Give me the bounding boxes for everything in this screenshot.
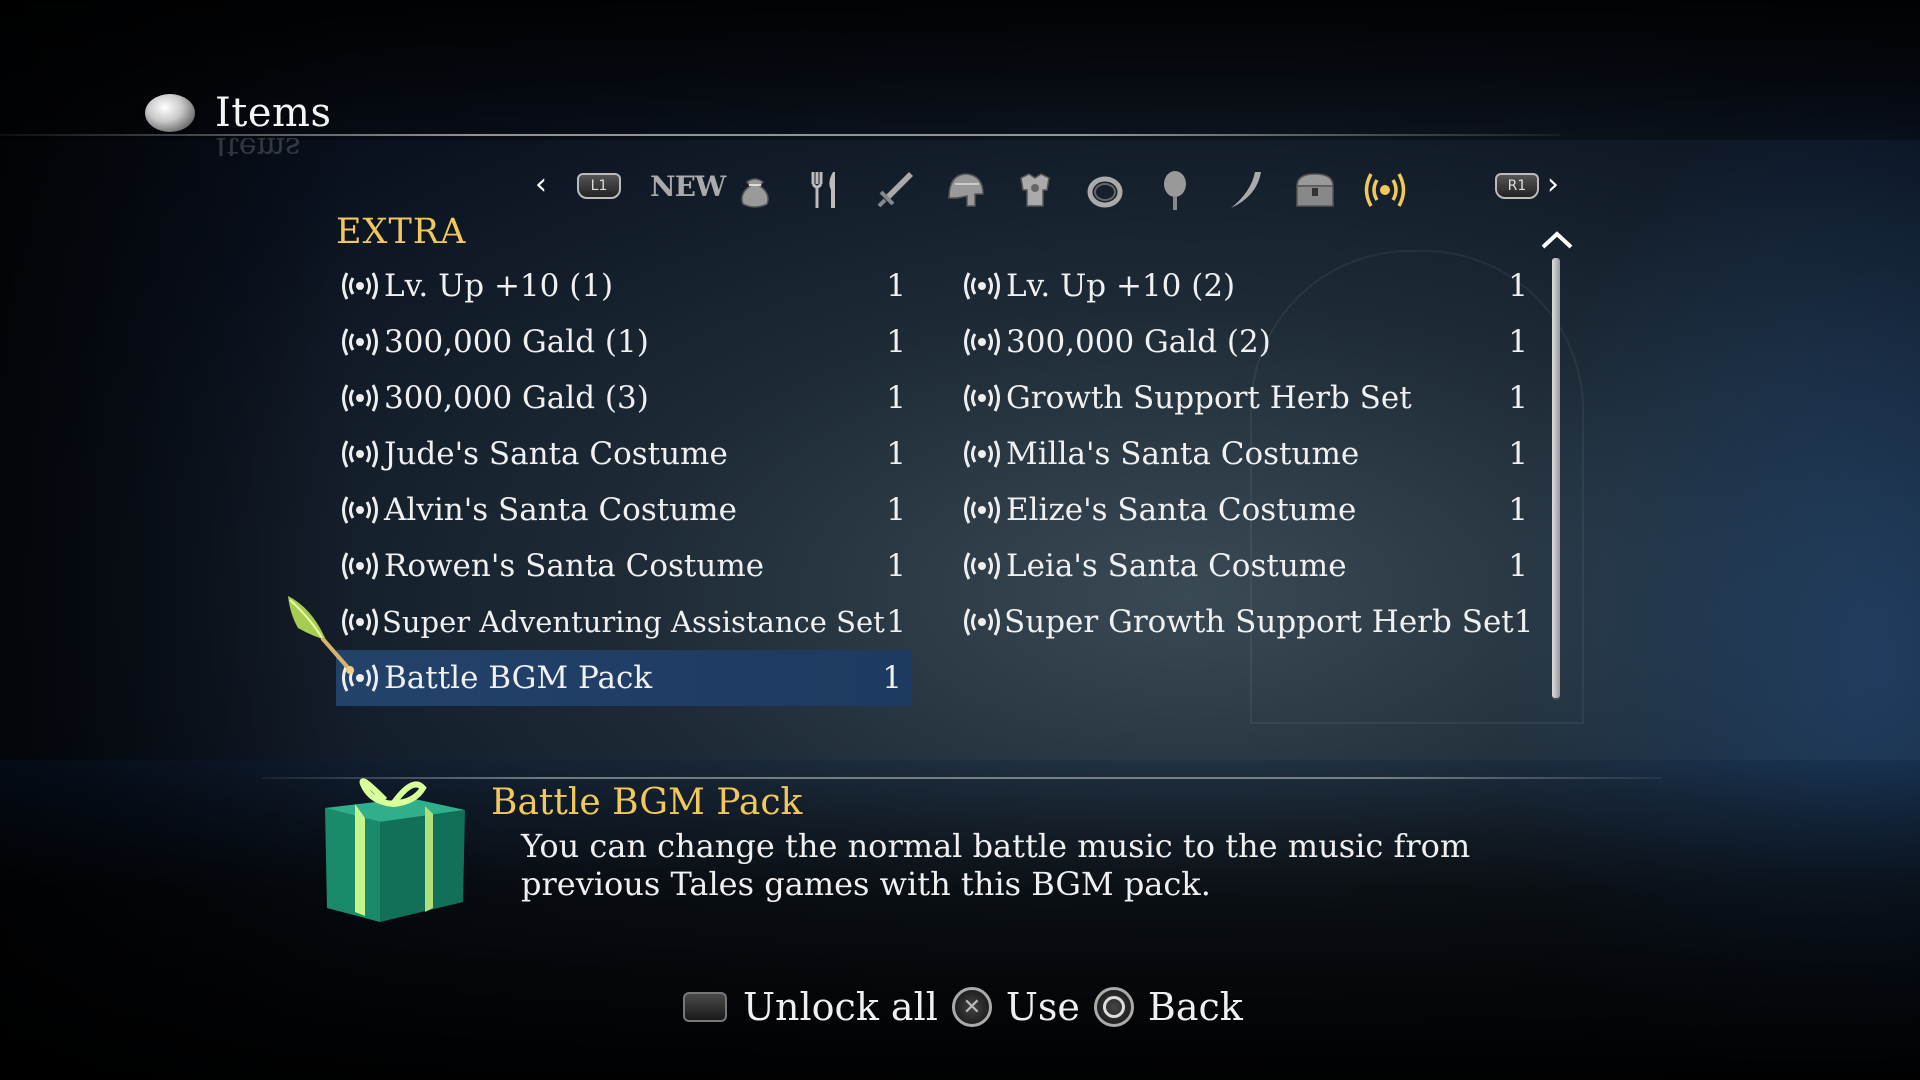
- signal-icon: [340, 495, 382, 525]
- chevron-right-icon[interactable]: ›: [1547, 168, 1559, 202]
- list-item[interactable]: 300,000 Gald (3) 1: [336, 370, 916, 426]
- feather-cursor-icon: [282, 588, 362, 688]
- item-column-right: Lv. Up +10 (2) 1 300,000 Gald (2) 1 Grow…: [958, 258, 1538, 650]
- back-label[interactable]: Back: [1148, 985, 1243, 1029]
- item-quantity: 1: [1513, 604, 1534, 640]
- item-quantity: 1: [886, 324, 906, 360]
- item-name: Rowen's Santa Costume: [384, 548, 765, 584]
- item-name: Milla's Santa Costume: [1006, 436, 1360, 472]
- item-column-left: Lv. Up +10 (1) 1 300,000 Gald (1) 1 300,…: [336, 258, 916, 706]
- gift-box-icon: [315, 770, 475, 930]
- list-item[interactable]: Super Growth Support Herb Set 1: [958, 594, 1538, 650]
- item-quantity: 1: [886, 492, 906, 528]
- item-name: Jude's Santa Costume: [384, 436, 728, 472]
- signal-icon: [340, 439, 382, 469]
- list-item[interactable]: Elize's Santa Costume 1: [958, 482, 1538, 538]
- jewel-icon[interactable]: [1153, 168, 1197, 212]
- signal-icon: [962, 327, 1004, 357]
- signal-icon: [962, 439, 1004, 469]
- description-text: You can change the normal battle music t…: [521, 827, 1471, 903]
- list-item[interactable]: Rowen's Santa Costume 1: [336, 538, 916, 594]
- bag-icon[interactable]: [733, 168, 777, 212]
- item-name: Alvin's Santa Costume: [384, 492, 737, 528]
- page-title-reflection: Items: [215, 138, 301, 156]
- sword-icon[interactable]: [873, 168, 917, 212]
- list-item-selected[interactable]: Battle BGM Pack 1: [336, 650, 912, 706]
- section-title: EXTRA: [336, 212, 467, 252]
- list-item[interactable]: Lv. Up +10 (2) 1: [958, 258, 1538, 314]
- description-title: Battle BGM Pack: [491, 782, 803, 823]
- item-quantity: 1: [1508, 492, 1528, 528]
- item-name: 300,000 Gald (1): [384, 324, 649, 360]
- signal-icon: [962, 551, 1004, 581]
- category-bar: ‹ L1 NEW R1 ›: [535, 160, 1570, 216]
- signal-icon: [340, 551, 382, 581]
- item-name: Lv. Up +10 (2): [1006, 268, 1236, 304]
- item-quantity: 1: [1508, 324, 1528, 360]
- item-name: Super Adventuring Assistance Set: [382, 605, 885, 639]
- item-name: Growth Support Herb Set: [1006, 380, 1412, 416]
- item-name: Leia's Santa Costume: [1006, 548, 1347, 584]
- cross-button-icon[interactable]: ✕: [951, 987, 992, 1027]
- extra-signal-icon[interactable]: [1363, 168, 1407, 212]
- unlock-all-label[interactable]: Unlock all: [743, 985, 938, 1029]
- chevron-left-icon[interactable]: ‹: [535, 168, 547, 202]
- use-label[interactable]: Use: [1006, 985, 1080, 1029]
- item-name: 300,000 Gald (2): [1006, 324, 1271, 360]
- item-quantity: 1: [886, 436, 906, 472]
- item-quantity: 1: [886, 604, 906, 640]
- item-quantity: 1: [882, 660, 902, 696]
- list-item[interactable]: Leia's Santa Costume 1: [958, 538, 1538, 594]
- item-name: 300,000 Gald (3): [384, 380, 649, 416]
- list-item[interactable]: Alvin's Santa Costume 1: [336, 482, 916, 538]
- item-quantity: 1: [886, 380, 906, 416]
- touchpad-button-icon[interactable]: [683, 992, 727, 1022]
- item-name: Super Growth Support Herb Set: [1004, 604, 1514, 640]
- header-divider: [0, 134, 1560, 136]
- list-item[interactable]: Jude's Santa Costume 1: [336, 426, 916, 482]
- signal-icon: [962, 383, 1004, 413]
- list-item[interactable]: 300,000 Gald (2) 1: [958, 314, 1538, 370]
- treasure-chest-icon[interactable]: [1293, 168, 1337, 212]
- signal-icon: [962, 495, 1004, 525]
- signal-icon: [340, 271, 382, 301]
- menu-orb-icon: [145, 94, 195, 132]
- item-quantity: 1: [1508, 436, 1528, 472]
- menu-header: Items: [145, 88, 332, 138]
- list-item[interactable]: 300,000 Gald (1) 1: [336, 314, 916, 370]
- signal-icon: [340, 327, 382, 357]
- item-name: Lv. Up +10 (1): [384, 268, 614, 304]
- item-quantity: 1: [1508, 548, 1528, 584]
- page-title: Items: [215, 90, 332, 136]
- list-item[interactable]: Milla's Santa Costume 1: [958, 426, 1538, 482]
- cutlery-icon[interactable]: [803, 168, 847, 212]
- circle-button-icon[interactable]: [1093, 987, 1134, 1027]
- item-name: Battle BGM Pack: [384, 660, 653, 696]
- scroll-up-arrow-icon[interactable]: [1540, 230, 1574, 250]
- armor-icon[interactable]: [1013, 168, 1057, 212]
- scrollbar-thumb[interactable]: [1552, 258, 1560, 698]
- l1-button[interactable]: L1: [577, 173, 621, 199]
- item-quantity: 1: [886, 548, 906, 584]
- button-prompts: Unlock all ✕ Use Back: [683, 982, 1243, 1032]
- ring-icon[interactable]: [1083, 168, 1127, 212]
- horn-icon[interactable]: [1223, 168, 1267, 212]
- r1-button[interactable]: R1: [1495, 173, 1539, 199]
- tab-new[interactable]: NEW: [650, 170, 726, 203]
- item-name: Elize's Santa Costume: [1006, 492, 1357, 528]
- signal-icon: [340, 383, 382, 413]
- item-quantity: 1: [1508, 380, 1528, 416]
- signal-icon: [962, 271, 1004, 301]
- helmet-icon[interactable]: [943, 168, 987, 212]
- signal-icon: [962, 607, 1002, 637]
- list-item[interactable]: Super Adventuring Assistance Set 1: [336, 594, 916, 650]
- list-item[interactable]: Lv. Up +10 (1) 1: [336, 258, 916, 314]
- item-quantity: 1: [1508, 268, 1528, 304]
- item-quantity: 1: [886, 268, 906, 304]
- list-item[interactable]: Growth Support Herb Set 1: [958, 370, 1538, 426]
